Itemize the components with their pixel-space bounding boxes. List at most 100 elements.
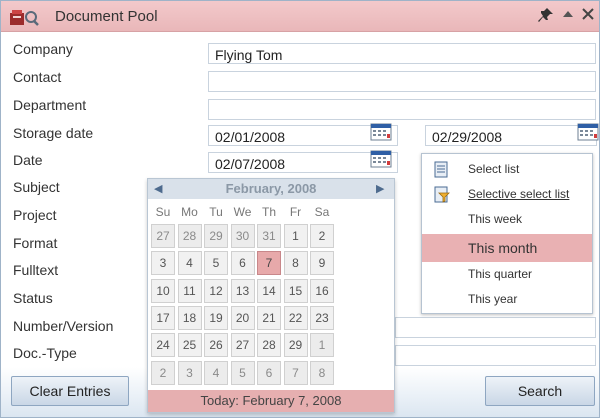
calendar-day[interactable]: 8 <box>283 251 308 276</box>
document-pool-icon <box>10 10 39 26</box>
calendar-day[interactable]: 18 <box>177 305 202 330</box>
calendar-day[interactable]: 8 <box>310 360 334 385</box>
calendar-day[interactable]: 20 <box>230 305 255 330</box>
fulltext-label: Fulltext <box>13 262 59 278</box>
date-range-menu: Select list Selective select list This w… <box>421 153 593 314</box>
department-label: Department <box>13 97 87 113</box>
calendar-day[interactable]: 5 <box>204 251 228 276</box>
title-bar: Document Pool <box>1 1 599 32</box>
clear-entries-button[interactable]: Clear Entries <box>11 376 129 406</box>
calendar-day[interactable]: 6 <box>257 360 281 385</box>
calendar-day[interactable]: 9 <box>310 251 334 276</box>
menu-item-this-year[interactable]: This year <box>422 287 592 312</box>
previous-month-icon[interactable]: ◀ <box>154 182 162 195</box>
calendar-day[interactable]: 28 <box>177 224 202 248</box>
menu-item-this-week[interactable]: This week <box>422 207 592 232</box>
calendar-day[interactable]: 12 <box>204 278 228 303</box>
status-label: Status <box>13 290 53 306</box>
calendar-icon[interactable] <box>370 123 392 141</box>
number-version-label: Number/Version <box>13 318 114 334</box>
calendar-day[interactable]: 11 <box>177 278 202 303</box>
format-label: Format <box>13 235 58 251</box>
search-button[interactable]: Search <box>485 376 595 406</box>
calendar-day[interactable]: 27 <box>151 224 175 248</box>
calendar-day[interactable]: 25 <box>177 333 202 358</box>
weekday-label: Tu <box>209 205 223 219</box>
calendar-day[interactable]: 4 <box>177 251 202 276</box>
calendar-day[interactable]: 3 <box>177 360 202 385</box>
menu-item-label: This month <box>468 240 538 256</box>
calendar-day[interactable]: 21 <box>257 305 281 330</box>
calendar-day[interactable]: 29 <box>204 224 228 248</box>
weekday-label: We <box>233 205 252 219</box>
filter-list-icon <box>434 186 450 203</box>
weekday-label: Sa <box>314 205 330 219</box>
calendar-icon[interactable] <box>370 150 392 168</box>
storage-date-to-input[interactable]: 02/29/2008 <box>425 125 597 146</box>
calendar-day[interactable]: 5 <box>230 360 255 385</box>
weekday-label: Th <box>261 205 276 219</box>
contact-input[interactable] <box>208 71 596 92</box>
next-month-icon[interactable]: ▶ <box>376 182 384 195</box>
calendar-header: ◀ February, 2008 ▶ <box>148 179 394 199</box>
weekday-label: Su <box>155 205 171 219</box>
menu-item-this-month[interactable]: This month <box>422 234 592 262</box>
collapse-icon[interactable] <box>559 7 577 25</box>
window-title: Document Pool <box>55 8 158 25</box>
calendar-day[interactable]: 6 <box>230 251 255 276</box>
list-icon <box>434 161 448 178</box>
calendar-day[interactable]: 26 <box>204 333 228 358</box>
calendar-day[interactable]: 28 <box>257 333 281 358</box>
doc-type-input[interactable] <box>395 345 596 366</box>
calendar-day[interactable]: 16 <box>310 278 334 303</box>
calendar-day[interactable]: 30 <box>230 224 255 248</box>
date-label: Date <box>13 152 43 168</box>
date-picker-popup: ◀ February, 2008 ▶ Su Mo Tu We Th Fr Sa 27 28 29… <box>147 178 395 413</box>
menu-item-selective-select-list[interactable]: Selective select list <box>422 182 592 207</box>
calendar-day[interactable]: 22 <box>283 305 308 330</box>
calendar-day[interactable]: 14 <box>257 278 281 303</box>
calendar-day[interactable]: 24 <box>151 333 175 358</box>
project-label: Project <box>13 207 57 223</box>
weekday-label: Fr <box>289 205 302 219</box>
calendar-day[interactable]: 1 <box>283 224 308 248</box>
calendar-day-selected[interactable]: 7 <box>257 251 281 276</box>
calendar-month-label: February, 2008 <box>225 181 317 196</box>
number-version-input[interactable] <box>395 317 596 338</box>
calendar-day[interactable]: 23 <box>310 305 334 330</box>
calendar-day[interactable]: 4 <box>204 360 228 385</box>
today-link[interactable]: Today: February 7, 2008 <box>148 390 394 412</box>
calendar-day[interactable]: 15 <box>283 278 308 303</box>
calendar-day[interactable]: 19 <box>204 305 228 330</box>
subject-label: Subject <box>13 179 60 195</box>
calendar-day[interactable]: 1 <box>310 333 334 358</box>
calendar-day[interactable]: 29 <box>283 333 308 358</box>
calendar-day[interactable]: 7 <box>283 360 308 385</box>
calendar-day[interactable]: 3 <box>151 251 175 276</box>
menu-item-label: This week <box>468 212 523 226</box>
doc-type-label: Doc.-Type <box>13 345 77 361</box>
menu-item-label: This quarter <box>468 267 533 281</box>
menu-item-label: This year <box>468 292 518 306</box>
menu-item-this-quarter[interactable]: This quarter <box>422 262 592 287</box>
calendar-day[interactable]: 10 <box>151 278 175 303</box>
calendar-day[interactable]: 27 <box>230 333 255 358</box>
document-pool-window: Document Pool Company Contact Department… <box>0 0 600 418</box>
company-label: Company <box>13 41 73 57</box>
storage-date-label: Storage date <box>13 125 94 141</box>
menu-item-label: Select list <box>468 162 520 176</box>
menu-item-label: Selective select list <box>468 187 570 201</box>
calendar-icon[interactable] <box>577 123 599 141</box>
contact-label: Contact <box>13 69 62 85</box>
company-input[interactable]: Flying Tom <box>208 43 596 64</box>
pin-icon[interactable] <box>537 7 555 25</box>
department-input[interactable] <box>208 99 596 120</box>
calendar-day[interactable]: 2 <box>151 360 175 385</box>
menu-item-select-list[interactable]: Select list <box>422 157 592 182</box>
calendar-day[interactable]: 17 <box>151 305 175 330</box>
calendar-day[interactable]: 2 <box>310 224 334 248</box>
calendar-day[interactable]: 13 <box>230 278 255 303</box>
weekday-label: Mo <box>181 205 198 219</box>
close-icon[interactable] <box>579 7 597 25</box>
calendar-day[interactable]: 31 <box>257 224 281 248</box>
